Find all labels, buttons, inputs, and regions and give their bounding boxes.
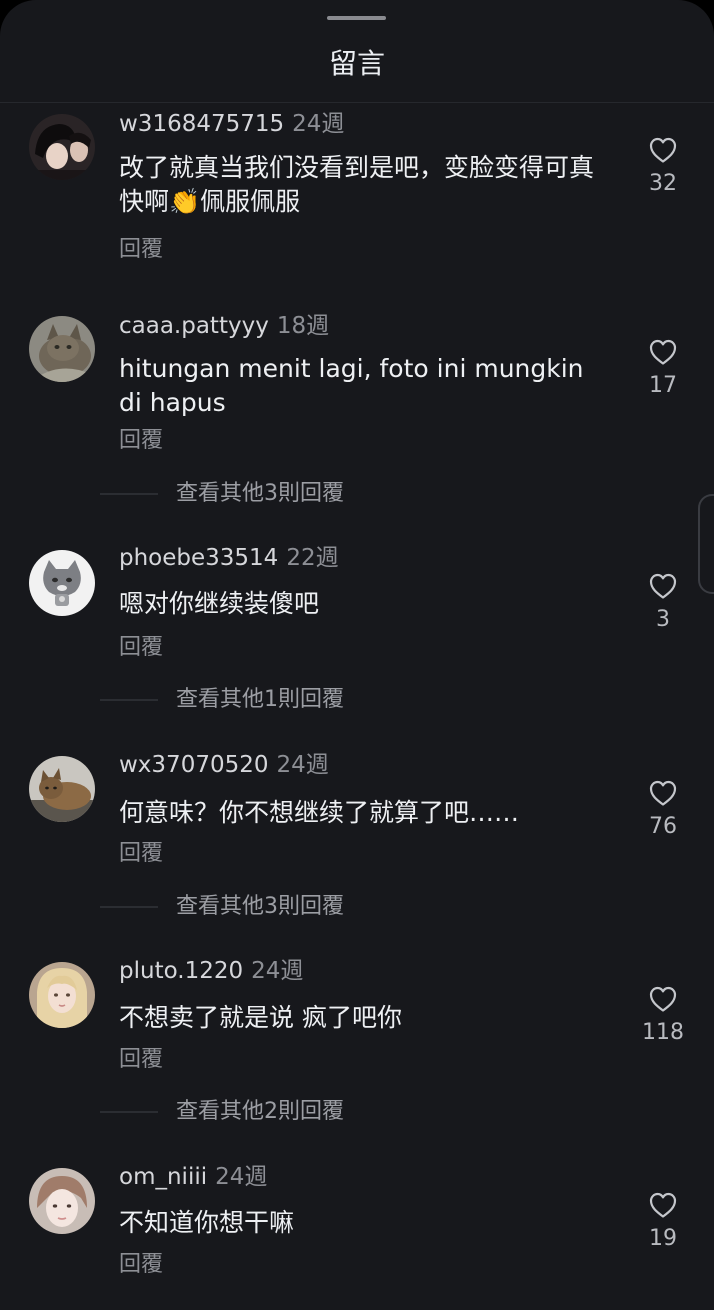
username[interactable]: pluto.1220 [119,958,243,984]
divider-line [100,1111,158,1113]
comment-text: 嗯对你继续装傻吧 [119,589,320,618]
like-button[interactable]: 3 [641,572,685,634]
avatar[interactable] [29,114,95,180]
header-divider [0,102,714,103]
divider-line [100,699,158,701]
like-count: 17 [649,373,677,398]
heart-outline-icon [649,137,677,163]
reply-button[interactable]: 回覆 [119,1251,163,1279]
comment-time: 24週 [292,111,345,137]
avatar[interactable] [29,316,95,382]
heart-outline-icon [649,986,677,1012]
comment-text: 不知道你想干嘛 [119,1208,295,1237]
avatar[interactable] [29,1168,95,1234]
username[interactable]: phoebe33514 [119,545,278,571]
comment-time: 24週 [215,1164,268,1190]
heart-outline-icon [649,780,677,806]
heart-outline-icon [649,339,677,365]
username[interactable]: om_niiii [119,1164,207,1190]
comment-meta: pluto.1220 24週 [119,957,303,985]
comment-text: 何意味？你不想继续了就算了吧…… [119,798,520,827]
comment-time: 24週 [276,752,329,778]
like-button[interactable]: 76 [641,779,685,841]
like-count: 32 [649,171,677,196]
avatar[interactable] [29,550,95,616]
sheet-title: 留言 [328,47,385,80]
comment-meta: wx37070520 24週 [119,751,329,779]
comment-text: hitungan menit lagi, foto ini mungkin di… [119,354,584,417]
view-more-label[interactable]: 查看其他1則回覆 [176,686,344,714]
like-button[interactable]: 118 [641,985,685,1047]
reply-button[interactable]: 回覆 [119,634,163,662]
comment-time: 22週 [286,545,339,571]
like-count: 3 [656,607,670,632]
side-scroll-handle[interactable] [698,494,714,594]
username[interactable]: caaa.pattyyy [119,313,269,339]
like-button[interactable]: 17 [641,338,685,400]
reply-button[interactable]: 回覆 [119,236,163,264]
reply-button[interactable]: 回覆 [119,1046,163,1074]
drag-handle[interactable] [327,16,386,20]
avatar[interactable] [29,962,95,1028]
comment-meta: caaa.pattyyy 18週 [119,312,329,340]
view-more-label[interactable]: 查看其他3則回覆 [176,893,344,921]
comment-time: 24週 [251,958,304,984]
reply-button[interactable]: 回覆 [119,840,163,868]
avatar[interactable] [29,756,95,822]
divider-line [100,493,158,495]
like-count: 19 [649,1226,677,1251]
like-button[interactable]: 19 [641,1191,685,1253]
comment-meta: w3168475715 24週 [119,110,344,138]
divider-line [100,906,158,908]
comment-text: 改了就真当我们没看到是吧，变脸变得可真快啊👏佩服佩服 [119,153,595,216]
view-more-label[interactable]: 查看其他2則回覆 [176,1098,344,1126]
like-count: 118 [642,1020,684,1045]
like-button[interactable]: 32 [641,136,685,198]
heart-outline-icon [649,1192,677,1218]
comment-text: 不想卖了就是说 疯了吧你 [119,1003,402,1032]
reply-button[interactable]: 回覆 [119,427,163,455]
username[interactable]: wx37070520 [119,752,269,778]
username[interactable]: w3168475715 [119,111,284,137]
comments-sheet: 留言 w3168475715 24週 改了就真当我们没看到是吧，变脸变得可真快啊👏… [0,0,714,1310]
heart-outline-icon [649,573,677,599]
view-more-label[interactable]: 查看其他3則回覆 [176,480,344,508]
like-count: 76 [649,814,677,839]
comment-meta: om_niiii 24週 [119,1163,267,1191]
comment-time: 18週 [276,313,330,339]
comment-meta: phoebe33514 22週 [119,544,339,572]
